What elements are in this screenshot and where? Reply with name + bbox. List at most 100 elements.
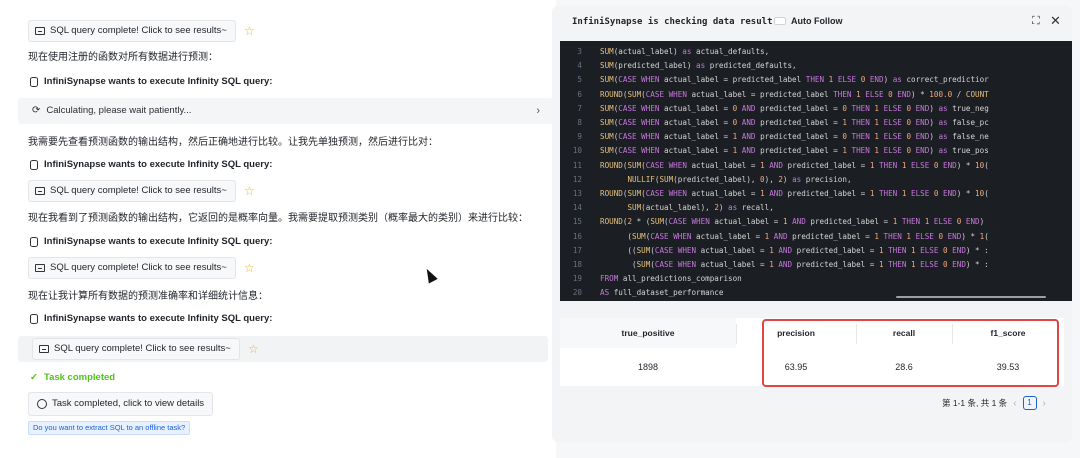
next-page-icon[interactable]: › — [1043, 398, 1046, 409]
sql-result-chip[interactable]: SQL query complete! Click to see results… — [32, 338, 240, 360]
chat-message: 我需要先查看预测函数的输出结构，然后正确地进行比较。让我先单独预测，然后进行比对… — [28, 137, 438, 148]
sql-result-chip[interactable]: SQL query complete! Click to see results… — [28, 20, 236, 42]
line-number: 5 — [577, 75, 582, 85]
table-icon — [35, 187, 45, 195]
star-icon[interactable]: ☆ — [244, 24, 255, 38]
sql-result-chip[interactable]: SQL query complete! Click to see results… — [28, 180, 236, 202]
refresh-icon: ⟳ — [32, 105, 41, 116]
code-text: ((SUM(CASE WHEN actual_label = 1 AND pre… — [600, 245, 989, 255]
database-icon — [30, 313, 38, 324]
task-completed-status: ✓ Task completed — [30, 372, 115, 383]
sql-code-editor[interactable]: 3 SUM(actual_label) as actual_defaults, 4 S… — [560, 41, 1072, 301]
code-text: SUM(CASE WHEN actual_label = 1 AND predi… — [600, 132, 989, 142]
line-number: 3 — [577, 47, 582, 56]
exec-query-line: InfiniSynapse wants to execute Infinity … — [30, 159, 272, 170]
expand-icon[interactable]: ⛶ — [1032, 15, 1040, 28]
line-number: 20 — [572, 288, 582, 298]
code-line: 15 ROUND(2 * (SUM(CASE WHEN actual_label … — [560, 215, 1072, 229]
clock-icon — [37, 399, 47, 409]
code-text: AS full_dataset_performance — [600, 288, 724, 298]
line-number: 6 — [577, 89, 582, 99]
chat-message: 现在使用注册的函数对所有数据进行预测： — [28, 52, 218, 63]
code-line: 14 SUM(actual_label), 2) as recall, — [560, 201, 1072, 215]
code-text: ROUND(2 * (SUM(CASE WHEN actual_label = … — [600, 217, 985, 227]
code-line: 9 SUM(CASE WHEN actual_label = 1 AND pred… — [560, 130, 1072, 144]
line-number: 8 — [577, 118, 582, 127]
code-line: 19 FROM all_predictions_comparison — [560, 272, 1072, 286]
line-number: 4 — [577, 61, 582, 71]
sql-result-label: SQL query complete! Click to see results… — [54, 343, 231, 354]
code-line: 20 AS full_dataset_performance — [560, 286, 1072, 300]
result-panel: InfiniSynapse is checking data result Au… — [552, 6, 1072, 442]
table-icon — [39, 345, 49, 353]
code-text: SUM(CASE WHEN actual_label = 1 AND predi… — [600, 146, 989, 156]
chat-pane: SQL query complete! Click to see results… — [0, 0, 556, 458]
code-text: SUM(actual_label) as actual_defaults, — [600, 47, 770, 56]
exec-query-label: InfiniSynapse wants to execute Infinity … — [44, 313, 273, 324]
exec-query-label: InfiniSynapse wants to execute Infinity … — [44, 236, 273, 247]
table-icon — [35, 27, 45, 35]
star-icon[interactable]: ☆ — [244, 184, 255, 198]
chevron-right-icon[interactable]: › — [536, 98, 540, 124]
code-text: NULLIF(SUM(predicted_label), 0), 2) as p… — [627, 174, 852, 184]
chat-message: 现在我看到了预测函数的输出结构，它返回的是概率向量。我需要提取预测类别（概率最大… — [28, 213, 528, 224]
task-completed-label: Task completed — [43, 372, 116, 383]
code-text: ROUND(SUM(CASE WHEN actual_label = 1 AND… — [600, 160, 989, 170]
line-number: 7 — [577, 103, 582, 113]
line-number: 11 — [572, 160, 582, 170]
prev-page-icon[interactable]: ‹ — [1013, 398, 1016, 409]
code-line: 10 SUM(CASE WHEN actual_label = 1 AND pre… — [560, 144, 1072, 158]
star-icon[interactable]: ☆ — [248, 342, 259, 356]
code-text: ROUND(SUM(CASE WHEN actual_label = predi… — [600, 89, 989, 99]
line-number: 15 — [572, 217, 582, 227]
code-text: SUM(CASE WHEN actual_label = 0 AND predi… — [600, 118, 989, 127]
exec-query-line: InfiniSynapse wants to execute Infinity … — [30, 76, 272, 87]
code-text: FROM all_predictions_comparison — [600, 274, 742, 284]
check-icon: ✓ — [30, 372, 38, 383]
database-icon — [30, 236, 38, 247]
code-text: (SUM(CASE WHEN actual_label = 1 AND pred… — [600, 260, 989, 269]
line-number: 16 — [572, 231, 582, 241]
line-number: 10 — [572, 146, 582, 156]
code-line: 4 SUM(predicted_label) as predicted_defau… — [560, 59, 1072, 73]
view-details-button[interactable]: Task completed, click to view details — [28, 392, 214, 416]
line-number: 19 — [572, 274, 582, 284]
line-number: 18 — [572, 260, 582, 269]
star-icon[interactable]: ☆ — [244, 261, 255, 275]
line-number: 9 — [577, 132, 582, 142]
code-text: SUM(actual_label), 2) as recall, — [627, 203, 774, 213]
panel-title: InfiniSynapse is checking data result — [572, 17, 773, 27]
code-line: 6 ROUND(SUM(CASE WHEN actual_label = pred… — [560, 88, 1072, 102]
highlight-box — [762, 319, 1059, 387]
line-number: 17 — [572, 245, 582, 255]
page-number[interactable]: 1 — [1022, 396, 1037, 410]
line-number: 13 — [572, 189, 582, 198]
auto-follow-toggle[interactable]: Auto Follow — [774, 16, 843, 26]
code-line: 7 SUM(CASE WHEN actual_label = 0 AND pred… — [560, 102, 1072, 116]
exec-query-label: InfiniSynapse wants to execute Infinity … — [44, 76, 273, 87]
code-text: ROUND(SUM(CASE WHEN actual_label = 1 AND… — [600, 189, 989, 198]
code-line: 18 (SUM(CASE WHEN actual_label = 1 AND p… — [560, 258, 1072, 272]
calculating-row[interactable]: ⟳ Calculating, please wait patiently... … — [18, 98, 554, 124]
mouse-cursor-icon — [422, 266, 438, 284]
sql-result-label: SQL query complete! Click to see results… — [50, 25, 227, 36]
column-divider — [736, 324, 737, 344]
table-icon — [35, 264, 45, 272]
auto-follow-label: Auto Follow — [791, 16, 843, 26]
sql-result-label: SQL query complete! Click to see results… — [50, 185, 227, 196]
pagination: 第 1-1 条, 共 1 条 ‹ 1 › — [942, 396, 1046, 410]
code-line: 16 (SUM(CASE WHEN actual_label = 1 AND p… — [560, 230, 1072, 244]
code-line: 11 ROUND(SUM(CASE WHEN actual_label = 1 A… — [560, 159, 1072, 173]
code-line: 8 SUM(CASE WHEN actual_label = 0 AND pred… — [560, 116, 1072, 130]
toggle-icon[interactable] — [774, 17, 786, 25]
exec-query-line: InfiniSynapse wants to execute Infinity … — [30, 236, 272, 247]
extract-offline-prompt[interactable]: Do you want to extract SQL to an offline… — [28, 421, 191, 435]
code-line: 17 ((SUM(CASE WHEN actual_label = 1 AND … — [560, 244, 1072, 258]
close-icon[interactable]: ✕ — [1050, 13, 1061, 29]
sql-result-chip[interactable]: SQL query complete! Click to see results… — [28, 257, 236, 279]
table-cell: 1898 — [637, 362, 659, 372]
exec-query-line: InfiniSynapse wants to execute Infinity … — [30, 313, 272, 324]
database-icon — [30, 159, 38, 170]
exec-query-label: InfiniSynapse wants to execute Infinity … — [44, 159, 273, 170]
code-line: 12 NULLIF(SUM(predicted_label), 0), 2) a… — [560, 173, 1072, 187]
